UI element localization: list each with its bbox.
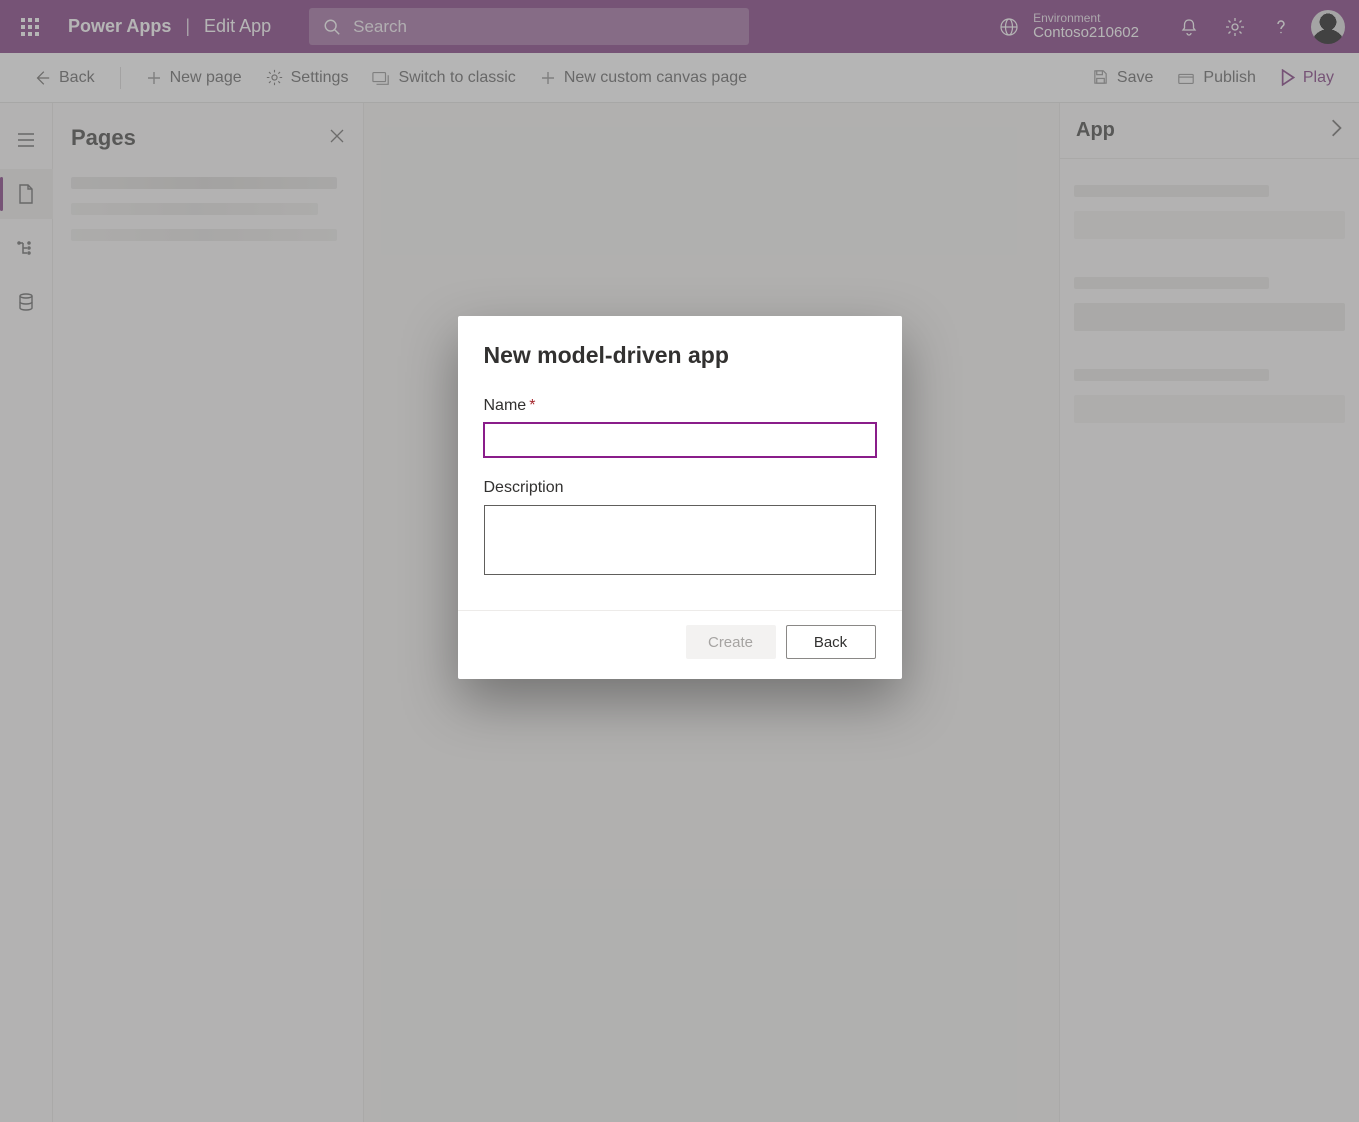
name-label: Name* <box>484 397 876 415</box>
modal-title: New model-driven app <box>484 342 876 369</box>
description-input[interactable] <box>484 505 876 575</box>
name-field: Name* <box>484 397 876 457</box>
create-button: Create <box>686 625 776 659</box>
description-label: Description <box>484 479 876 497</box>
name-label-text: Name <box>484 397 527 414</box>
required-indicator: * <box>529 397 535 414</box>
modal-footer: Create Back <box>458 610 902 679</box>
description-field: Description <box>484 479 876 580</box>
modal-overlay: New model-driven app Name* Description C… <box>0 0 1359 1122</box>
new-app-modal: New model-driven app Name* Description C… <box>458 316 902 679</box>
name-input[interactable] <box>484 423 876 457</box>
back-button-modal[interactable]: Back <box>786 625 876 659</box>
